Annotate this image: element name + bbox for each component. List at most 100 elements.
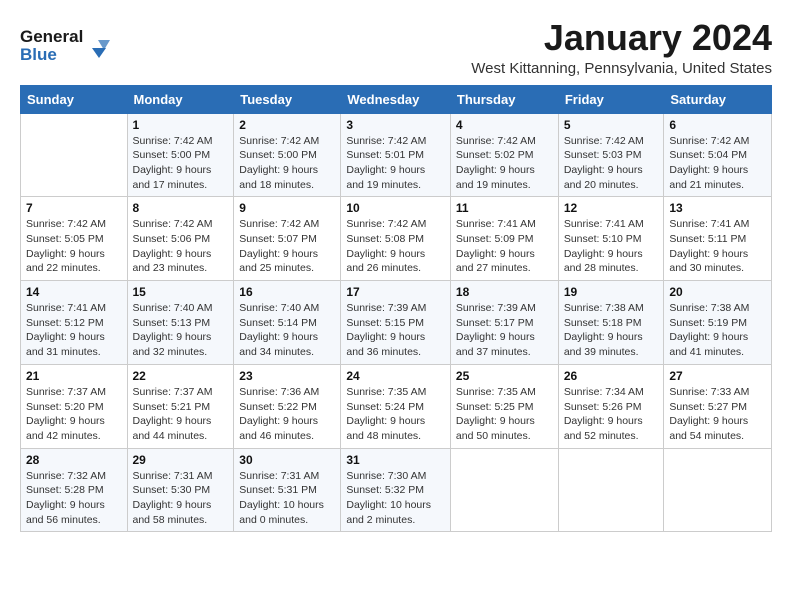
day-info: Sunrise: 7:38 AM Sunset: 5:18 PM Dayligh… xyxy=(564,301,659,360)
day-cell: 23Sunrise: 7:36 AM Sunset: 5:22 PM Dayli… xyxy=(234,364,341,448)
logo: General Blue xyxy=(20,22,110,71)
svg-text:Blue: Blue xyxy=(20,45,57,64)
day-info: Sunrise: 7:32 AM Sunset: 5:28 PM Dayligh… xyxy=(26,469,122,528)
col-saturday: Saturday xyxy=(664,85,772,113)
day-number: 13 xyxy=(669,201,766,215)
header: General Blue January 2024 West Kittannin… xyxy=(20,18,772,77)
day-number: 8 xyxy=(133,201,229,215)
day-cell: 26Sunrise: 7:34 AM Sunset: 5:26 PM Dayli… xyxy=(558,364,664,448)
day-number: 18 xyxy=(456,285,553,299)
day-info: Sunrise: 7:39 AM Sunset: 5:15 PM Dayligh… xyxy=(346,301,445,360)
day-number: 4 xyxy=(456,118,553,132)
day-number: 17 xyxy=(346,285,445,299)
day-cell: 27Sunrise: 7:33 AM Sunset: 5:27 PM Dayli… xyxy=(664,364,772,448)
day-cell: 19 Sunrise: 7:38 AM Sunset: 5:18 PM Dayli… xyxy=(558,281,664,365)
day-info: Sunrise: 7:41 AM Sunset: 5:10 PM Dayligh… xyxy=(564,217,659,276)
day-info: Sunrise: 7:42 AM Sunset: 5:02 PM Dayligh… xyxy=(456,134,553,193)
day-info: Sunrise: 7:42 AM Sunset: 5:00 PM Dayligh… xyxy=(239,134,335,193)
day-info: Sunrise: 7:42 AM Sunset: 5:00 PM Dayligh… xyxy=(133,134,229,193)
calendar-page: General Blue January 2024 West Kittannin… xyxy=(0,0,792,550)
day-cell: 3Sunrise: 7:42 AM Sunset: 5:01 PM Daylig… xyxy=(341,113,451,197)
day-cell xyxy=(664,448,772,532)
day-number: 10 xyxy=(346,201,445,215)
day-cell: 7 Sunrise: 7:42 AM Sunset: 5:05 PM Daylig… xyxy=(21,197,128,281)
day-cell: 2 Sunrise: 7:42 AM Sunset: 5:00 PM Daylig… xyxy=(234,113,341,197)
day-info: Sunrise: 7:42 AM Sunset: 5:03 PM Dayligh… xyxy=(564,134,659,193)
day-info: Sunrise: 7:35 AM Sunset: 5:24 PM Dayligh… xyxy=(346,385,445,444)
week-row-4: 28Sunrise: 7:32 AM Sunset: 5:28 PM Dayli… xyxy=(21,448,772,532)
day-number: 6 xyxy=(669,118,766,132)
day-cell: 29 Sunrise: 7:31 AM Sunset: 5:30 PM Dayli… xyxy=(127,448,234,532)
day-cell: 24Sunrise: 7:35 AM Sunset: 5:24 PM Dayli… xyxy=(341,364,451,448)
day-cell: 1 Sunrise: 7:42 AM Sunset: 5:00 PM Daylig… xyxy=(127,113,234,197)
day-info: Sunrise: 7:40 AM Sunset: 5:14 PM Dayligh… xyxy=(239,301,335,360)
day-cell: 13 Sunrise: 7:41 AM Sunset: 5:11 PM Dayli… xyxy=(664,197,772,281)
month-title: January 2024 xyxy=(471,18,772,58)
day-cell xyxy=(450,448,558,532)
day-cell: 11 Sunrise: 7:41 AM Sunset: 5:09 PM Dayli… xyxy=(450,197,558,281)
day-cell: 25Sunrise: 7:35 AM Sunset: 5:25 PM Dayli… xyxy=(450,364,558,448)
day-cell: 15Sunrise: 7:40 AM Sunset: 5:13 PM Dayli… xyxy=(127,281,234,365)
header-row: Sunday Monday Tuesday Wednesday Thursday… xyxy=(21,85,772,113)
day-info: Sunrise: 7:33 AM Sunset: 5:27 PM Dayligh… xyxy=(669,385,766,444)
day-number: 25 xyxy=(456,369,553,383)
day-info: Sunrise: 7:41 AM Sunset: 5:11 PM Dayligh… xyxy=(669,217,766,276)
day-number: 2 xyxy=(239,118,335,132)
week-row-3: 21Sunrise: 7:37 AM Sunset: 5:20 PM Dayli… xyxy=(21,364,772,448)
day-info: Sunrise: 7:30 AM Sunset: 5:32 PM Dayligh… xyxy=(346,469,445,528)
week-row-2: 14 Sunrise: 7:41 AM Sunset: 5:12 PM Dayli… xyxy=(21,281,772,365)
col-thursday: Thursday xyxy=(450,85,558,113)
col-wednesday: Wednesday xyxy=(341,85,451,113)
day-info: Sunrise: 7:39 AM Sunset: 5:17 PM Dayligh… xyxy=(456,301,553,360)
day-number: 1 xyxy=(133,118,229,132)
day-number: 11 xyxy=(456,201,553,215)
day-info: Sunrise: 7:42 AM Sunset: 5:06 PM Dayligh… xyxy=(133,217,229,276)
day-cell: 4 Sunrise: 7:42 AM Sunset: 5:02 PM Daylig… xyxy=(450,113,558,197)
day-cell: 10 Sunrise: 7:42 AM Sunset: 5:08 PM Dayli… xyxy=(341,197,451,281)
day-number: 30 xyxy=(239,453,335,467)
col-sunday: Sunday xyxy=(21,85,128,113)
day-cell: 31Sunrise: 7:30 AM Sunset: 5:32 PM Dayli… xyxy=(341,448,451,532)
day-info: Sunrise: 7:41 AM Sunset: 5:09 PM Dayligh… xyxy=(456,217,553,276)
day-number: 21 xyxy=(26,369,122,383)
day-number: 9 xyxy=(239,201,335,215)
day-number: 29 xyxy=(133,453,229,467)
day-cell: 8 Sunrise: 7:42 AM Sunset: 5:06 PM Daylig… xyxy=(127,197,234,281)
day-cell: 28Sunrise: 7:32 AM Sunset: 5:28 PM Dayli… xyxy=(21,448,128,532)
day-number: 22 xyxy=(133,369,229,383)
day-number: 26 xyxy=(564,369,659,383)
day-info: Sunrise: 7:38 AM Sunset: 5:19 PM Dayligh… xyxy=(669,301,766,360)
day-number: 5 xyxy=(564,118,659,132)
svg-text:General: General xyxy=(20,27,83,46)
day-cell: 30Sunrise: 7:31 AM Sunset: 5:31 PM Dayli… xyxy=(234,448,341,532)
day-cell: 16 Sunrise: 7:40 AM Sunset: 5:14 PM Dayli… xyxy=(234,281,341,365)
day-cell: 9 Sunrise: 7:42 AM Sunset: 5:07 PM Daylig… xyxy=(234,197,341,281)
week-row-1: 7 Sunrise: 7:42 AM Sunset: 5:05 PM Daylig… xyxy=(21,197,772,281)
day-cell: 6 Sunrise: 7:42 AM Sunset: 5:04 PM Daylig… xyxy=(664,113,772,197)
day-number: 16 xyxy=(239,285,335,299)
day-number: 12 xyxy=(564,201,659,215)
day-cell: 17 Sunrise: 7:39 AM Sunset: 5:15 PM Dayli… xyxy=(341,281,451,365)
day-info: Sunrise: 7:41 AM Sunset: 5:12 PM Dayligh… xyxy=(26,301,122,360)
day-info: Sunrise: 7:31 AM Sunset: 5:30 PM Dayligh… xyxy=(133,469,229,528)
day-info: Sunrise: 7:42 AM Sunset: 5:04 PM Dayligh… xyxy=(669,134,766,193)
day-cell: 22Sunrise: 7:37 AM Sunset: 5:21 PM Dayli… xyxy=(127,364,234,448)
day-cell: 21Sunrise: 7:37 AM Sunset: 5:20 PM Dayli… xyxy=(21,364,128,448)
day-info: Sunrise: 7:42 AM Sunset: 5:01 PM Dayligh… xyxy=(346,134,445,193)
col-monday: Monday xyxy=(127,85,234,113)
day-cell xyxy=(558,448,664,532)
day-info: Sunrise: 7:42 AM Sunset: 5:08 PM Dayligh… xyxy=(346,217,445,276)
day-number: 7 xyxy=(26,201,122,215)
day-info: Sunrise: 7:42 AM Sunset: 5:07 PM Dayligh… xyxy=(239,217,335,276)
day-cell: 12 Sunrise: 7:41 AM Sunset: 5:10 PM Dayli… xyxy=(558,197,664,281)
day-info: Sunrise: 7:40 AM Sunset: 5:13 PM Dayligh… xyxy=(133,301,229,360)
title-block: January 2024 West Kittanning, Pennsylvan… xyxy=(471,18,772,77)
location: West Kittanning, Pennsylvania, United St… xyxy=(471,60,772,77)
day-number: 14 xyxy=(26,285,122,299)
day-number: 19 xyxy=(564,285,659,299)
day-cell: 14 Sunrise: 7:41 AM Sunset: 5:12 PM Dayli… xyxy=(21,281,128,365)
week-row-0: 1 Sunrise: 7:42 AM Sunset: 5:00 PM Daylig… xyxy=(21,113,772,197)
day-cell: 20Sunrise: 7:38 AM Sunset: 5:19 PM Dayli… xyxy=(664,281,772,365)
day-info: Sunrise: 7:42 AM Sunset: 5:05 PM Dayligh… xyxy=(26,217,122,276)
day-info: Sunrise: 7:36 AM Sunset: 5:22 PM Dayligh… xyxy=(239,385,335,444)
